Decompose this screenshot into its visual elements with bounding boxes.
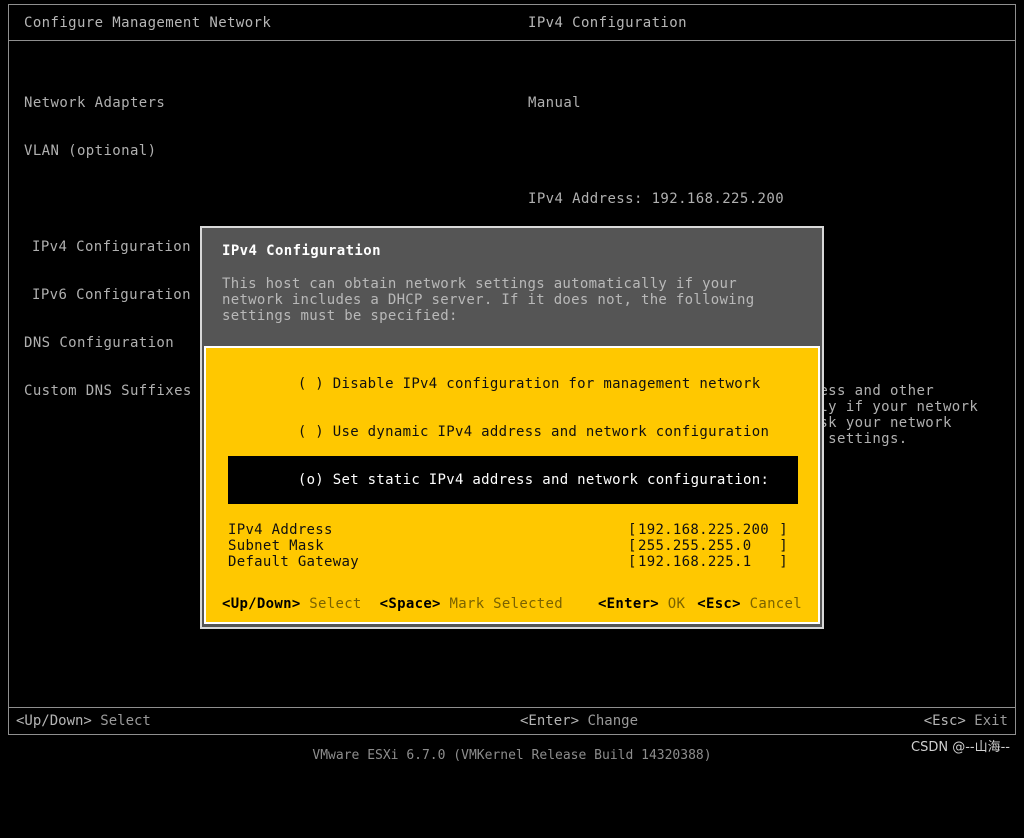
menu-spacer xyxy=(24,191,484,207)
key-enter-label: <Enter> xyxy=(597,596,660,612)
field-label-default-gateway: Default Gateway xyxy=(228,554,359,570)
key-esc-label: <Esc> xyxy=(697,596,741,612)
key-hint-enter-ok[interactable]: <Enter> OK xyxy=(598,596,685,612)
radio-option-static-ipv4[interactable]: (o) Set static IPv4 address and network … xyxy=(228,456,798,504)
dialog-header: IPv4 Configuration This host can obtain … xyxy=(202,228,822,346)
detail-spacer-1 xyxy=(528,143,1008,159)
footer-desc-exit: Exit xyxy=(965,713,1008,729)
dialog-description: This host can obtain network settings au… xyxy=(222,276,755,324)
bracket-close-default-gateway: ] xyxy=(779,554,788,570)
left-panel-title: Configure Management Network xyxy=(24,15,272,31)
field-input-default-gateway[interactable]: 192.168.225.1 xyxy=(638,554,778,570)
key-hint-esc-cancel[interactable]: <Esc> Cancel xyxy=(697,596,802,612)
console-footer-bar: <Up/Down> Select <Enter> Change <Esc> Ex… xyxy=(8,708,1016,734)
field-row-default-gateway[interactable]: Default Gateway [ 192.168.225.1 ] xyxy=(228,554,796,570)
key-up-down-label: <Up/Down> xyxy=(222,596,301,612)
detail-mode-value: Manual xyxy=(528,95,581,111)
bracket-open-subnet-mask: [ xyxy=(628,538,637,554)
footer-desc-select: Select xyxy=(91,713,151,729)
key-hint-space[interactable]: <Space> Mark Selected xyxy=(380,596,563,612)
footer-key-enter: <Enter> xyxy=(520,713,580,729)
dialog-key-hints-left: <Up/Down> Select <Space> Mark Selected xyxy=(222,596,563,612)
esxi-version-line: VMware ESXi 6.7.0 (VMKernel Release Buil… xyxy=(312,748,712,763)
dialog-title: IPv4 Configuration xyxy=(222,243,381,259)
dialog-key-hints-right: <Enter> OK <Esc> Cancel xyxy=(598,596,802,612)
key-enter-desc: OK xyxy=(659,596,686,612)
console-frame-right-border xyxy=(1015,4,1016,734)
detail-ipv4-address: IPv4 Address: 192.168.225.200 xyxy=(528,191,785,207)
footer-hint-exit[interactable]: <Esc> Exit xyxy=(924,708,1008,734)
key-esc-desc: Cancel xyxy=(740,596,802,612)
footer-hint-select[interactable]: <Up/Down> Select xyxy=(16,708,151,734)
bracket-open-default-gateway: [ xyxy=(628,554,637,570)
esxi-console-screen: Configure Management Network IPv4 Config… xyxy=(0,0,1024,768)
footer-key-up-down: <Up/Down> xyxy=(16,713,92,729)
bracket-close-subnet-mask: ] xyxy=(779,538,788,554)
footer-desc-change: Change xyxy=(579,713,639,729)
field-row-subnet-mask[interactable]: Subnet Mask [ 255.255.255.0 ] xyxy=(228,538,796,554)
radio-option-dynamic-ipv4-text: ( ) Use dynamic IPv4 address and network… xyxy=(297,424,770,440)
field-input-ipv4-address[interactable]: 192.168.225.200 xyxy=(638,522,778,538)
key-space-desc: Mark Selected xyxy=(440,596,563,612)
radio-option-disable-ipv4[interactable]: ( ) Disable IPv4 configuration for manag… xyxy=(206,360,818,408)
field-row-ipv4-address[interactable]: IPv4 Address [ 192.168.225.200 ] xyxy=(228,522,796,538)
static-ipv4-field-table: IPv4 Address [ 192.168.225.200 ] Subnet … xyxy=(206,522,818,570)
key-hint-up-down[interactable]: <Up/Down> Select xyxy=(222,596,362,612)
footer-hint-change[interactable]: <Enter> Change xyxy=(520,708,638,734)
radio-option-disable-ipv4-text: ( ) Disable IPv4 configuration for manag… xyxy=(297,376,761,392)
footer-key-esc: <Esc> xyxy=(923,713,966,729)
dialog-key-hints: <Up/Down> Select <Space> Mark Selected <… xyxy=(206,596,818,612)
field-input-subnet-mask[interactable]: 255.255.255.0 xyxy=(638,538,778,554)
footer-divider-rule-bottom xyxy=(8,734,1016,735)
radio-option-static-ipv4-text: (o) Set static IPv4 address and network … xyxy=(297,472,770,488)
radio-option-dynamic-ipv4[interactable]: ( ) Use dynamic IPv4 address and network… xyxy=(206,408,818,456)
field-label-subnet-mask: Subnet Mask xyxy=(228,538,325,554)
key-space-label: <Space> xyxy=(379,596,441,612)
field-label-ipv4-address: IPv4 Address xyxy=(228,522,333,538)
bracket-open-ipv4-address: [ xyxy=(628,522,637,538)
key-up-down-desc: Select xyxy=(300,596,362,612)
dialog-body: ( ) Disable IPv4 configuration for manag… xyxy=(204,346,820,624)
header-divider-rule xyxy=(8,40,1016,41)
menu-item-network-adapters[interactable]: Network Adapters xyxy=(24,95,484,111)
bracket-close-ipv4-address: ] xyxy=(779,522,788,538)
csdn-watermark: CSDN @--山海-- xyxy=(911,740,1010,755)
menu-item-vlan[interactable]: VLAN (optional) xyxy=(24,143,484,159)
right-panel-title: IPv4 Configuration xyxy=(528,15,687,31)
console-frame-left-border xyxy=(8,4,9,734)
console-frame-top-border xyxy=(8,4,1016,5)
ipv4-configuration-dialog: IPv4 Configuration This host can obtain … xyxy=(200,226,824,629)
